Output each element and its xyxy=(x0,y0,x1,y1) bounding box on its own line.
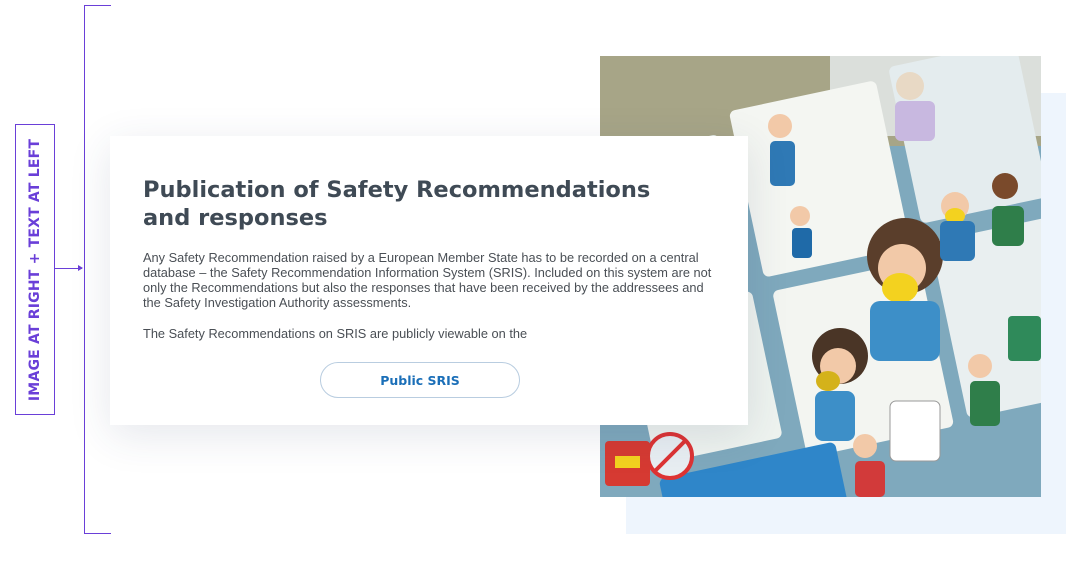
layout-annotation-text: IMAGE AT RIGHT + TEXT AT LEFT xyxy=(27,138,44,401)
annotation-bracket xyxy=(84,5,111,534)
layout-annotation-label: IMAGE AT RIGHT + TEXT AT LEFT xyxy=(15,124,55,415)
annotation-arrow xyxy=(55,265,83,271)
content-card: Publication of Safety Recommendations an… xyxy=(110,136,748,425)
page-title: Publication of Safety Recommendations an… xyxy=(143,177,651,231)
description-paragraph: Any Safety Recommendation raised by a Eu… xyxy=(143,250,712,310)
sris-paragraph: The Safety Recommendations on SRIS are p… xyxy=(143,326,528,341)
public-sris-button[interactable]: Public SRIS xyxy=(320,362,520,398)
